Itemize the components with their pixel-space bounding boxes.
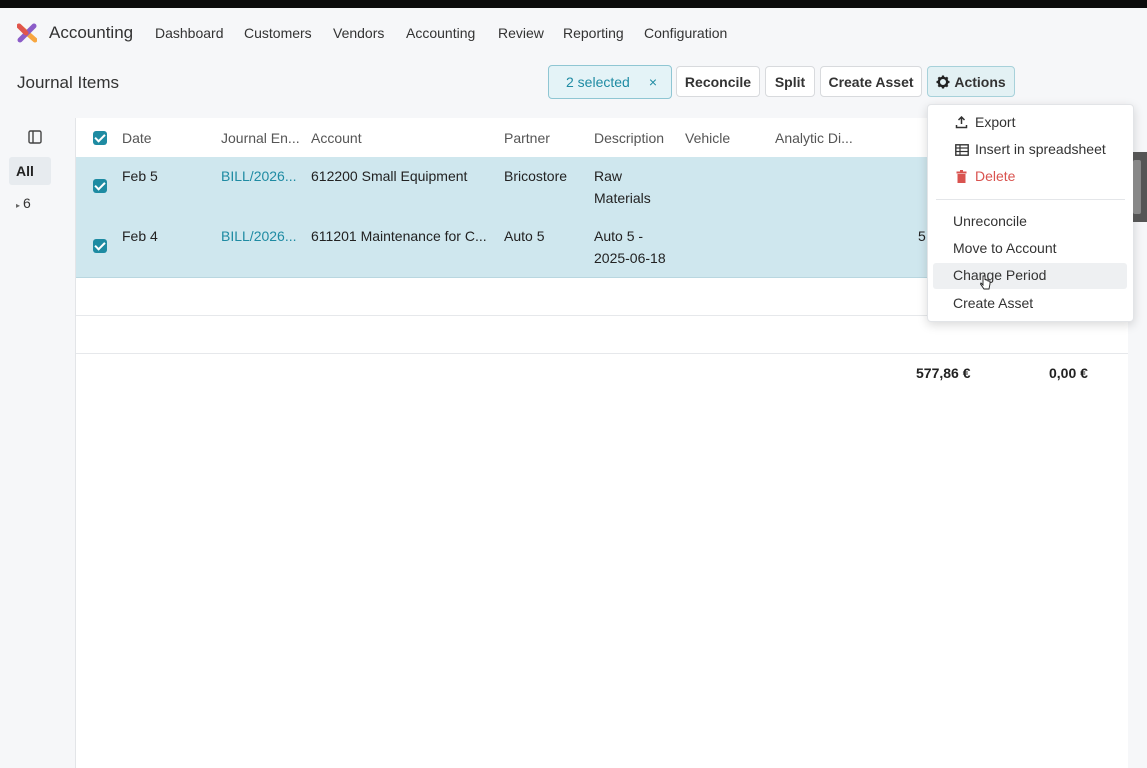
nav-customers[interactable]: Customers xyxy=(244,25,312,41)
spreadsheet-icon xyxy=(955,144,969,156)
menu-item-unreconcile[interactable]: Unreconcile xyxy=(928,209,1133,235)
row-account: 611201 Maintenance for C... xyxy=(311,228,487,244)
row-date: Feb 4 xyxy=(122,228,158,244)
row-description-line1: Raw xyxy=(594,168,623,184)
selected-count: 2 selected xyxy=(566,74,630,90)
row-description-line1: Auto 5 - xyxy=(594,228,644,244)
side-group-label: 6 xyxy=(23,195,31,211)
menu-item-move-to-account-label: Move to Account xyxy=(953,240,1057,256)
row-description-line2: 2025-06-18 xyxy=(594,250,666,266)
side-panel-toggle-icon[interactable] xyxy=(28,130,42,144)
side-filter-all-label: All xyxy=(16,163,34,179)
menu-item-export-label: Export xyxy=(975,114,1016,130)
menu-item-insert-spreadsheet[interactable]: Insert in spreadsheet xyxy=(928,137,1133,163)
nav-vendors[interactable]: Vendors xyxy=(333,25,384,41)
reconcile-button[interactable]: Reconcile xyxy=(676,66,760,97)
menu-item-create-asset-label: Create Asset xyxy=(953,295,1034,311)
total-credit: 0,00 € xyxy=(1049,365,1088,381)
menu-divider xyxy=(936,199,1125,200)
menu-item-change-period-label: Change Period xyxy=(953,267,1047,283)
nav-reporting[interactable]: Reporting xyxy=(563,25,624,41)
header-description[interactable]: Description xyxy=(594,130,664,146)
row-checkbox[interactable] xyxy=(93,239,107,253)
nav-configuration[interactable]: Configuration xyxy=(644,25,727,41)
totals-divider xyxy=(76,353,1128,354)
menu-item-unreconcile-label: Unreconcile xyxy=(953,213,1027,229)
trash-icon xyxy=(956,170,967,183)
row-journal-entry-link[interactable]: BILL/2026... xyxy=(221,165,297,187)
menu-item-export[interactable]: Export xyxy=(928,110,1133,136)
row-account: 612200 Small Equipment xyxy=(311,168,468,184)
total-debit: 577,86 € xyxy=(916,365,971,381)
app-name[interactable]: Accounting xyxy=(49,23,133,43)
nav-dashboard[interactable]: Dashboard xyxy=(155,25,224,41)
actions-label: Actions xyxy=(954,73,1006,90)
side-group-item[interactable]: ▸ 6 xyxy=(16,195,31,211)
caret-right-icon: ▸ xyxy=(16,201,21,210)
actions-dropdown-menu: Export Insert in spreadsheet Delete Unre… xyxy=(927,104,1134,322)
header-account[interactable]: Account xyxy=(311,130,362,146)
row-date: Feb 5 xyxy=(122,168,158,184)
actions-button[interactable]: Actions xyxy=(927,66,1015,97)
menu-item-move-to-account[interactable]: Move to Account xyxy=(928,236,1133,262)
upload-icon xyxy=(955,116,968,129)
row-partner: Bricostore xyxy=(504,168,568,184)
menu-item-create-asset[interactable]: Create Asset xyxy=(928,291,1133,317)
scrollbar-thumb[interactable] xyxy=(1133,160,1141,214)
row-journal-entry-link[interactable]: BILL/2026... xyxy=(221,225,297,247)
select-all-checkbox[interactable] xyxy=(93,131,107,145)
side-filter-all[interactable]: All xyxy=(9,157,51,185)
nav-accounting[interactable]: Accounting xyxy=(406,25,475,41)
row-description-line2: Materials xyxy=(594,190,651,206)
top-navbar: Accounting Dashboard Customers Vendors A… xyxy=(0,8,1147,56)
row-amount-partial: 5 xyxy=(918,228,926,244)
menu-item-delete-label: Delete xyxy=(975,168,1016,184)
nav-review[interactable]: Review xyxy=(498,25,544,41)
page-title: Journal Items xyxy=(17,73,120,92)
row-checkbox[interactable] xyxy=(93,179,107,193)
header-partner[interactable]: Partner xyxy=(504,130,550,146)
create-asset-button[interactable]: Create Asset xyxy=(820,66,922,97)
selection-indicator: 2 selected × xyxy=(548,65,672,99)
menu-item-change-period[interactable]: Change Period xyxy=(933,263,1127,290)
row-partner: Auto 5 xyxy=(504,228,545,244)
header-vehicle[interactable]: Vehicle xyxy=(685,130,730,146)
app-logo-icon[interactable] xyxy=(17,23,37,43)
split-button[interactable]: Split xyxy=(765,66,815,97)
window-top-strip xyxy=(0,0,1147,8)
menu-item-insert-spreadsheet-label: Insert in spreadsheet xyxy=(975,141,1106,157)
header-journal-entry[interactable]: Journal En... xyxy=(221,130,300,146)
menu-item-delete[interactable]: Delete xyxy=(928,164,1133,190)
mouse-pointer-icon xyxy=(980,275,991,290)
clear-selection-icon[interactable]: × xyxy=(649,74,657,90)
gear-icon xyxy=(936,75,950,88)
header-date[interactable]: Date xyxy=(122,130,152,146)
header-analytic-distribution[interactable]: Analytic Di... xyxy=(775,130,853,146)
